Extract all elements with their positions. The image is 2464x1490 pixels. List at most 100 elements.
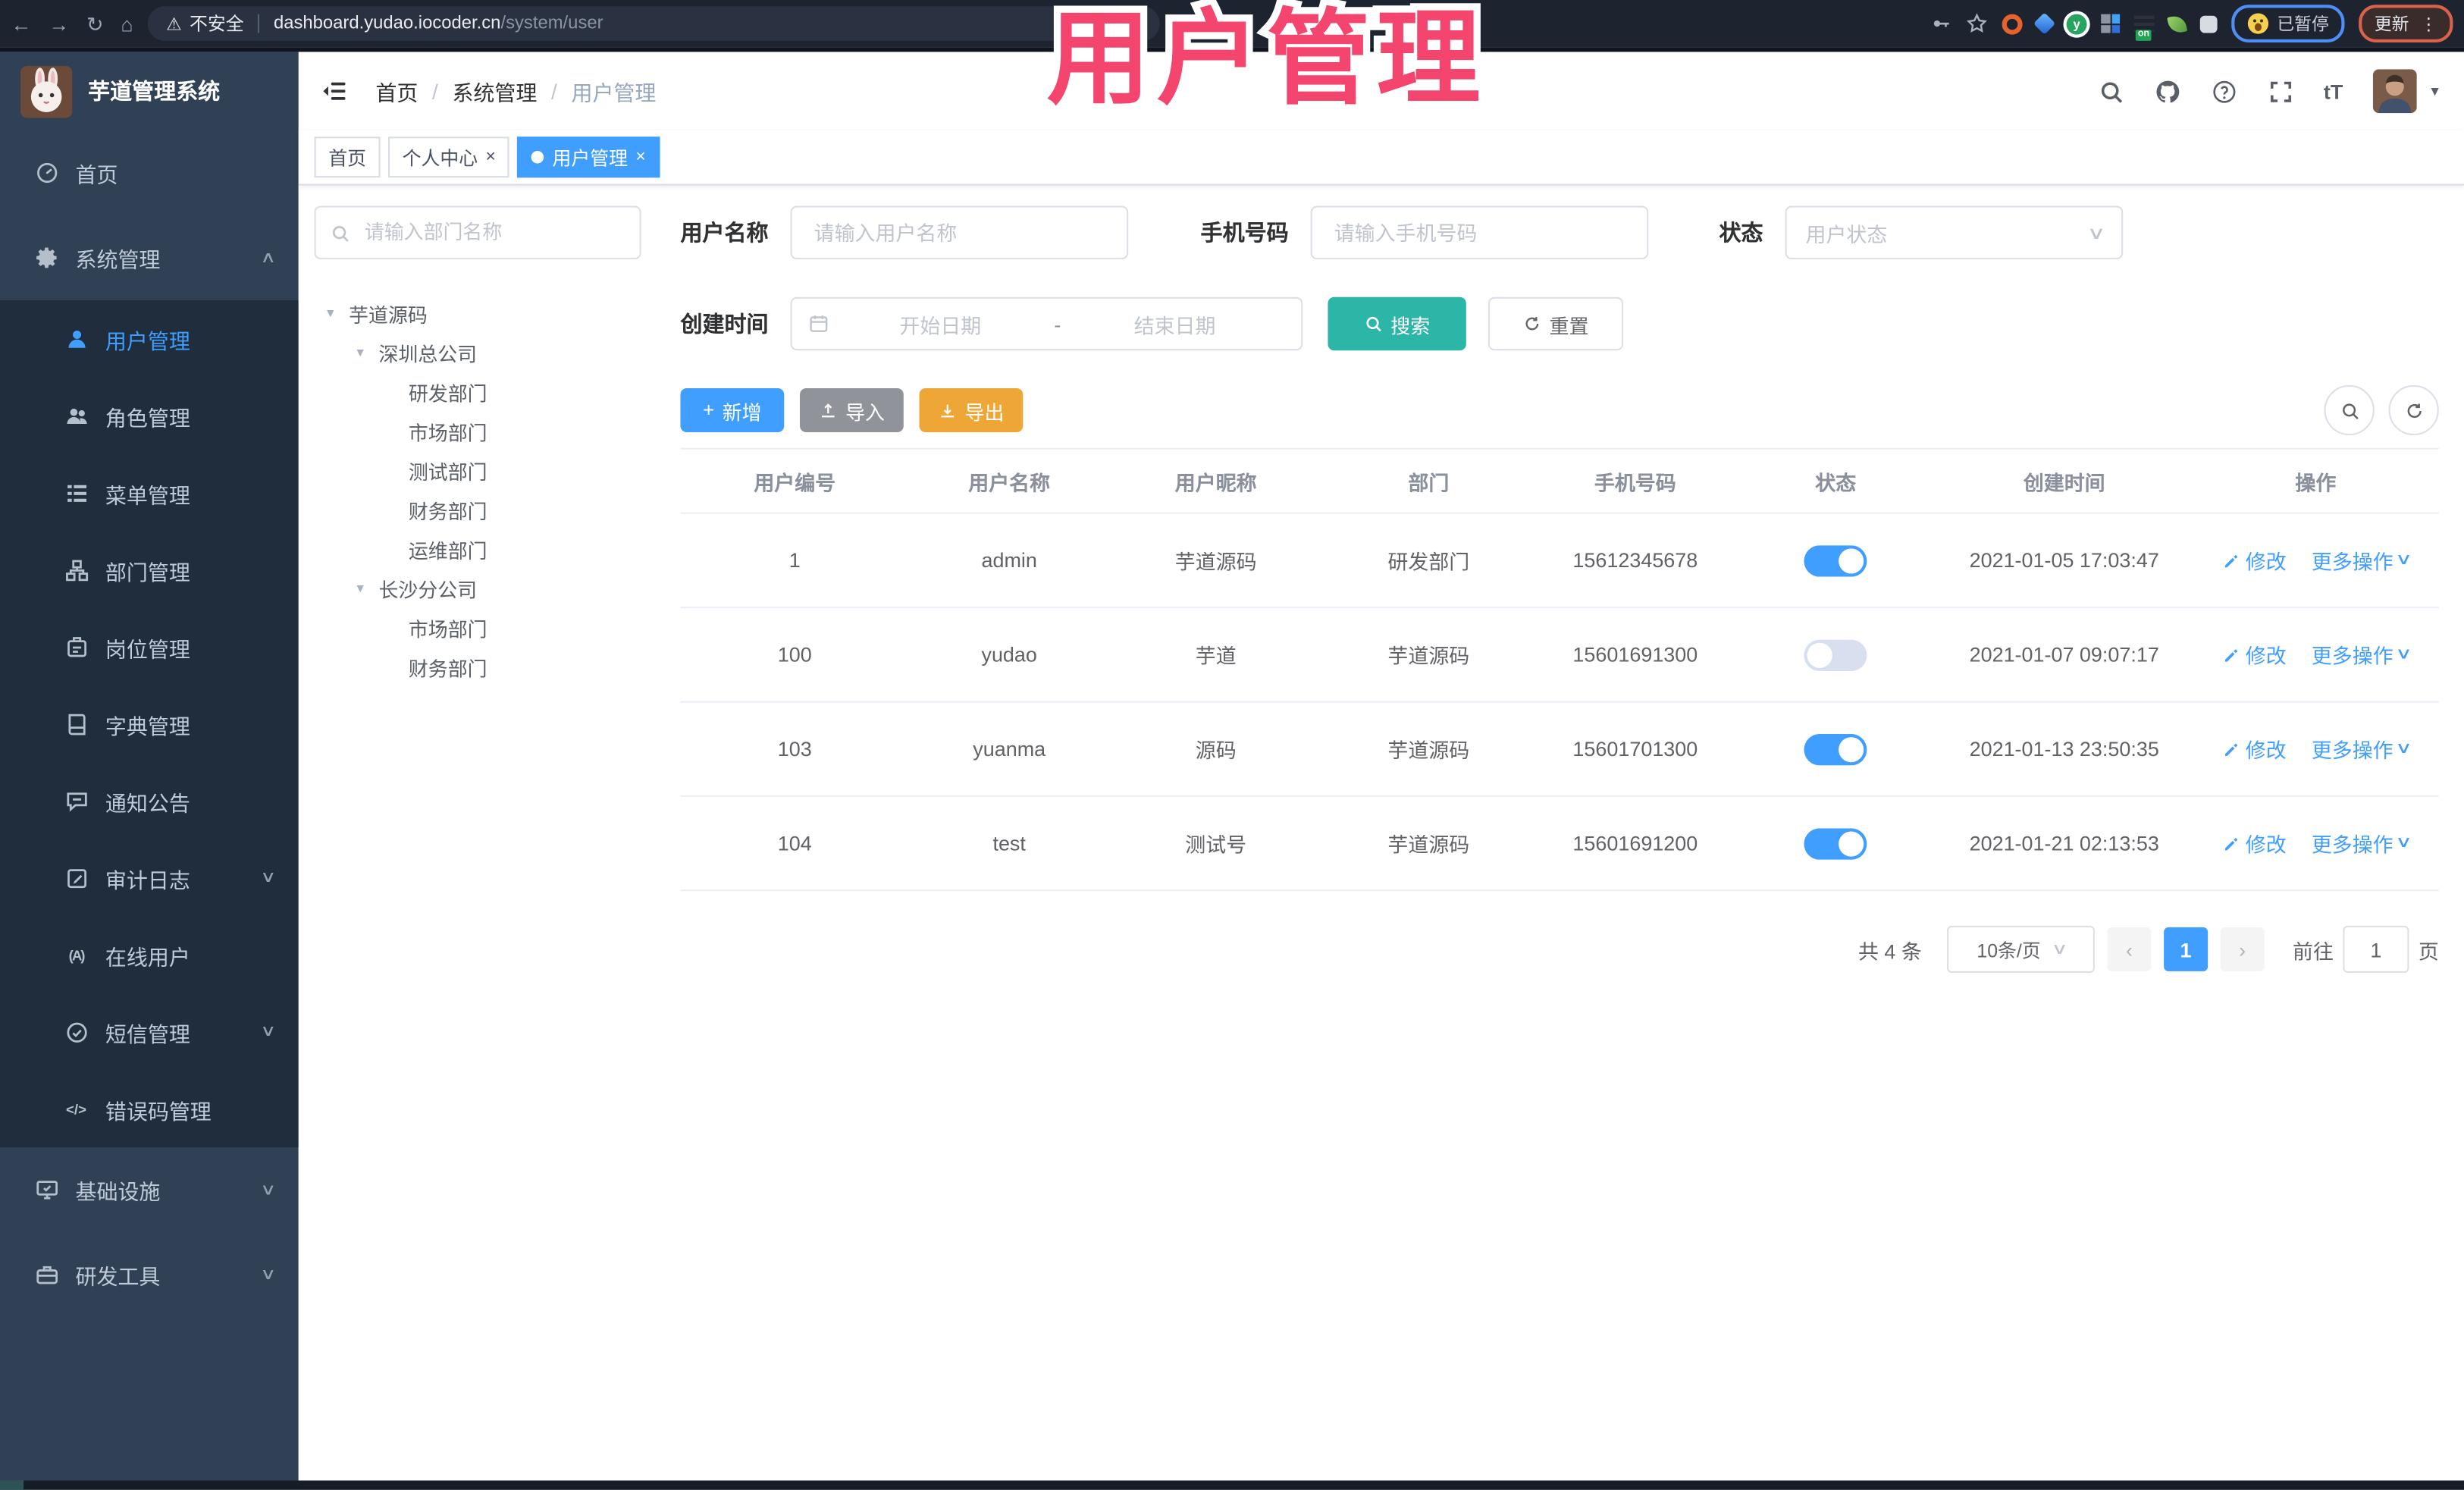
tree-node-label: 芋道源码 (349, 305, 428, 328)
import-button[interactable]: 导入 (800, 387, 904, 432)
browser-update-button[interactable]: 更新 ⋮ (2359, 5, 2453, 42)
sidebar-item-errcode[interactable]: </> 错误码管理 (0, 1070, 299, 1148)
edit-link[interactable]: 修改 (2222, 828, 2287, 858)
key-icon[interactable] (1930, 13, 1951, 35)
breadcrumb-item[interactable]: 首页 (375, 75, 418, 106)
tree-node[interactable]: 财务部门 (315, 491, 641, 530)
github-icon[interactable] (2154, 78, 2180, 105)
table-row: 103 yuanma 源码 芋道源码 15601701300 2021-01-13 23:… (680, 702, 2439, 797)
tab-个人中心[interactable]: 个人中心 × (387, 136, 510, 178)
goto-page-input[interactable]: 1 (2343, 925, 2409, 974)
sidebar-item-gear[interactable]: 系统管理 ∧ (0, 215, 299, 300)
mobile-input[interactable] (1331, 219, 1629, 246)
extension-blue-gem-icon[interactable] (2033, 12, 2056, 35)
prev-page-button[interactable]: ‹ (2107, 927, 2152, 971)
status-cell (1735, 732, 1936, 765)
tree-expand-caret-icon[interactable]: ▾ (327, 305, 349, 322)
sidebar-item-dashboard[interactable]: 首页 (0, 130, 299, 215)
status-select[interactable]: 用户状态 ∨ (1785, 205, 2124, 259)
status-toggle[interactable] (1804, 544, 1867, 576)
mobile-label: 手机号码 (1200, 220, 1289, 246)
reset-button[interactable]: 重置 (1487, 296, 1624, 351)
browser-back-icon[interactable]: ← (11, 14, 32, 34)
tree-node-label: 深圳总公司 (378, 343, 478, 366)
username-cell: admin (981, 548, 1037, 572)
font-size-icon[interactable]: tT (2324, 80, 2343, 103)
mobile-field (1310, 205, 1649, 259)
next-page-button[interactable]: › (2220, 927, 2265, 971)
edit-link[interactable]: 修改 (2222, 640, 2287, 670)
extension-grid-icon[interactable] (2101, 14, 2121, 33)
tree-node[interactable]: 市场部门 (315, 412, 641, 451)
tree-node[interactable]: 市场部门 (315, 608, 641, 648)
browser-forward-icon[interactable]: → (49, 14, 69, 34)
dept-search-input[interactable] (361, 220, 625, 246)
sidebar-item-role[interactable]: 角色管理 (0, 377, 299, 455)
sidebar-item-sms[interactable]: 短信管理 ∨ (0, 993, 299, 1071)
edit-link[interactable]: 修改 (2222, 734, 2287, 764)
page-size-select[interactable]: 10条/页 ∨ (1947, 925, 2095, 974)
extension-green-y-icon[interactable]: y (2066, 13, 2087, 34)
more-actions-link[interactable]: 更多操作 ∨ (2312, 734, 2412, 764)
star-icon[interactable] (1966, 13, 1988, 35)
extension-leaf-icon[interactable] (2167, 13, 2188, 34)
tab-用户管理[interactable]: 用户管理 × (517, 136, 660, 178)
user-id-cell: 103 (777, 737, 812, 761)
more-actions-link[interactable]: 更多操作 ∨ (2312, 545, 2412, 575)
sidebar-item-post[interactable]: 岗位管理 (0, 608, 299, 685)
help-icon[interactable] (2211, 78, 2237, 105)
edit-link[interactable]: 修改 (2222, 545, 2287, 575)
export-button[interactable]: 导出 (919, 387, 1024, 432)
sidebar-item-menu[interactable]: 菜单管理 (0, 454, 299, 532)
app-logo[interactable]: 芋道管理系统 (0, 52, 299, 130)
username-input[interactable] (810, 219, 1108, 246)
gear-icon (33, 244, 60, 271)
address-bar[interactable]: ⚠ 不安全 dashboard.yudao.iocoder.cn/system/… (147, 6, 1160, 41)
fullscreen-icon[interactable] (2267, 78, 2293, 105)
profile-paused-badge[interactable]: 已暂停 (2231, 5, 2345, 42)
add-user-button[interactable]: + 新增 (680, 387, 785, 432)
sidebar-item-audit[interactable]: 审计日志 ∨ (0, 839, 299, 917)
browser-reload-icon[interactable]: ↻ (86, 14, 104, 34)
tree-node[interactable]: 测试部门 (315, 451, 641, 491)
search-button[interactable]: 搜索 (1328, 296, 1466, 351)
sidebar-fold-icon[interactable] (321, 77, 349, 105)
tree-node[interactable]: 运维部门 (315, 530, 641, 569)
extensions-puzzle-icon[interactable] (2199, 14, 2218, 33)
refresh-table-button[interactable] (2388, 384, 2439, 436)
breadcrumb-item[interactable]: 系统管理 (452, 75, 537, 106)
extension-tampermonkey-on-icon[interactable]: on (2133, 15, 2155, 41)
sidebar-item-dept[interactable]: 部门管理 (0, 531, 299, 609)
tree-node[interactable]: 财务部门 (315, 648, 641, 687)
sidebar-item-online[interactable]: (A) 在线用户 (0, 916, 299, 993)
sidebar-item-user[interactable]: 用户管理 (0, 300, 299, 378)
sidebar-item-notice[interactable]: 通知公告 (0, 762, 299, 839)
toggle-search-button[interactable] (2324, 384, 2375, 436)
tab-首页[interactable]: 首页 (314, 136, 381, 178)
browser-menu-kebab-icon[interactable]: ⋮ (2420, 14, 2437, 34)
tree-node[interactable]: ▾ 芋道源码 (315, 294, 641, 334)
status-toggle[interactable] (1804, 732, 1867, 765)
tree-node[interactable]: 研发部门 (315, 372, 641, 412)
tree-node[interactable]: ▾ 深圳总公司 (315, 333, 641, 372)
more-actions-link[interactable]: 更多操作 ∨ (2312, 640, 2412, 670)
close-icon[interactable]: × (635, 148, 645, 166)
avatar-caret-down-icon[interactable]: ▾ (2431, 83, 2438, 100)
extension-orange-ring-icon[interactable] (2002, 13, 2023, 34)
browser-home-icon[interactable]: ⌂ (121, 14, 133, 34)
sidebar-item-infra[interactable]: 基础设施 ∨ (0, 1147, 299, 1232)
tree-expand-caret-icon[interactable]: ▾ (357, 344, 379, 362)
more-actions-link[interactable]: 更多操作 ∨ (2312, 828, 2412, 858)
paused-badge-label: 已暂停 (2277, 15, 2329, 35)
tree-node[interactable]: ▾ 长沙分公司 (315, 569, 641, 608)
current-page-button[interactable]: 1 (2164, 927, 2209, 971)
user-avatar[interactable] (2372, 69, 2417, 114)
tree-expand-caret-icon[interactable]: ▾ (357, 580, 379, 598)
sidebar-item-tools[interactable]: 研发工具 ∨ (0, 1232, 299, 1317)
search-icon[interactable] (2097, 78, 2124, 105)
status-toggle[interactable] (1804, 827, 1867, 859)
sidebar-item-dict[interactable]: 字典管理 (0, 685, 299, 763)
status-toggle[interactable] (1804, 638, 1867, 671)
date-range-picker[interactable]: 开始日期 - 结束日期 (790, 296, 1303, 351)
close-icon[interactable]: × (486, 148, 496, 166)
